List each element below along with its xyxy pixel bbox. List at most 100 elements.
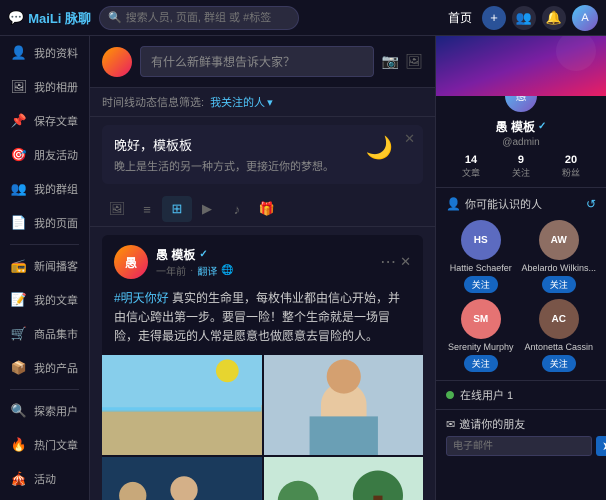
pages-icon: 📄 <box>10 214 28 232</box>
sidebar-label-friends-activity: 朋友活动 <box>34 147 78 163</box>
profile-icon: 👤 <box>10 44 28 62</box>
sidebar-label-news: 新闻播客 <box>34 258 78 274</box>
media-tab-music[interactable]: ♪ <box>222 196 252 222</box>
invite-email-input[interactable] <box>446 436 592 456</box>
notification-close-btn[interactable]: ✕ <box>404 131 415 147</box>
filter-link[interactable]: 我关注的人 ▾ <box>210 94 273 110</box>
sidebar-item-album[interactable]: 🖼 我的相册 <box>0 70 89 104</box>
post-card-avatar: 愚 <box>114 245 148 279</box>
follow-btn-1[interactable]: 关注 <box>542 276 576 293</box>
sidebar-item-friends-activity[interactable]: 🎯 朋友活动 <box>0 138 89 172</box>
filter-link-text: 我关注的人 <box>210 94 265 110</box>
post-header: 愚 愚 模板 ✓ 一年前 · 翻译 🌐 ⋯ ✕ <box>102 235 423 285</box>
search-bar[interactable]: 🔍 <box>99 6 299 30</box>
profile-verified-icon: ✓ <box>538 121 546 132</box>
saved-icon: 📌 <box>10 112 28 130</box>
sidebar-item-saved[interactable]: 📌 保存文章 <box>0 104 89 138</box>
person-name-2: Serenity Murphy <box>446 342 515 352</box>
logo-icon: 💬 <box>8 10 24 26</box>
person-avatar-2: SM <box>461 299 501 339</box>
search-input[interactable] <box>126 12 290 24</box>
invite-send-btn[interactable]: ➤ <box>596 436 606 456</box>
post-hashtag[interactable]: #明天你好 <box>114 291 169 305</box>
post-user-name: 愚 模板 ✓ <box>156 246 372 263</box>
sidebar-label-events: 活动 <box>34 471 56 487</box>
topbar-user-avatar[interactable]: A <box>572 5 598 31</box>
media-tab-photo[interactable]: 🖼 <box>102 196 132 222</box>
people-section-icon: 👤 <box>446 197 461 211</box>
sidebar-item-events[interactable]: 🎪 活动 <box>0 462 89 496</box>
center-feed: 有什么新鲜事想告诉大家？ 📷 🖼 时间线动态信息筛选: 我关注的人 ▾ ✕ 🌙 … <box>90 36 436 500</box>
app-logo: 💬 MaiLi 脉聊 <box>8 8 91 27</box>
media-tab-list[interactable]: ≡ <box>132 196 162 222</box>
sidebar-item-articles[interactable]: 📝 我的文章 <box>0 283 89 317</box>
sidebar-item-news[interactable]: 📻 新闻播客 <box>0 249 89 283</box>
market-icon: 🛒 <box>10 325 28 343</box>
post-input-icons: 📷 🖼 <box>382 53 423 70</box>
follow-btn-2[interactable]: 关注 <box>464 355 498 372</box>
sidebar-item-groups[interactable]: 👥 我的群组 <box>0 172 89 206</box>
people-grid: HS Hattie Schaefer 关注 AW Abelardo Wilkin… <box>436 216 606 380</box>
camera-icon[interactable]: 📷 <box>382 53 399 70</box>
post-user-info: 愚 模板 ✓ 一年前 · 翻译 🌐 <box>156 246 372 278</box>
person-card-1: AW Abelardo Wilkins... 关注 <box>521 220 596 293</box>
follow-btn-3[interactable]: 关注 <box>542 355 576 372</box>
media-tab-grid[interactable]: ⊞ <box>162 196 192 222</box>
verified-icon: ✓ <box>199 249 207 260</box>
stat-articles: 14 文章 <box>462 154 480 179</box>
notification-card: ✕ 🌙 晚好，模板板 晚上是生活的另一种方式，更接近你的梦想。 <box>102 125 423 184</box>
news-icon: 📻 <box>10 257 28 275</box>
post-close-icon[interactable]: ✕ <box>400 254 411 270</box>
people-refresh-btn[interactable]: ↺ <box>586 197 596 211</box>
sidebar: 👤 我的资料 🖼 我的相册 📌 保存文章 🎯 朋友活动 👥 我的群组 📄 我的页… <box>0 36 90 500</box>
search-icon: 🔍 <box>108 11 122 24</box>
sidebar-item-games[interactable]: 🎮 游戏 <box>0 496 89 500</box>
topbar: 💬 MaiLi 脉聊 🔍 首页 + 👥 🔔 A <box>0 0 606 36</box>
post-image-3[interactable] <box>102 457 262 500</box>
sidebar-item-trending[interactable]: 🔥 热门文章 <box>0 428 89 462</box>
sidebar-label-saved: 保存文章 <box>34 113 78 129</box>
stat-followers: 20 粉丝 <box>562 154 580 179</box>
person-name-3: Antonetta Cassin <box>521 342 596 352</box>
post-image-1[interactable] <box>102 355 262 455</box>
topbar-nav: 首页 + 👥 🔔 A <box>444 5 598 31</box>
online-label: 在线用户 1 <box>460 387 513 403</box>
sidebar-label-trending: 热门文章 <box>34 437 78 453</box>
online-dot <box>446 391 454 399</box>
person-avatar-1: AW <box>539 220 579 260</box>
post-card: 愚 愚 模板 ✓ 一年前 · 翻译 🌐 ⋯ ✕ <box>102 235 423 500</box>
sidebar-item-explore[interactable]: 🔍 探索用户 <box>0 394 89 428</box>
nav-notifications-btn[interactable]: 🔔 <box>542 6 566 30</box>
person-avatar-0: HS <box>461 220 501 260</box>
people-section-title: 👤 你可能认识的人 ↺ <box>436 188 606 216</box>
sidebar-item-pages[interactable]: 📄 我的页面 <box>0 206 89 240</box>
profile-banner <box>436 36 606 96</box>
nav-home[interactable]: 首页 <box>444 9 476 26</box>
groups-icon: 👥 <box>10 180 28 198</box>
sidebar-item-products[interactable]: 📦 我的产品 <box>0 351 89 385</box>
sidebar-item-market[interactable]: 🛒 商品集市 <box>0 317 89 351</box>
post-more-icon[interactable]: ⋯ <box>380 252 396 272</box>
nav-add-btn[interactable]: + <box>482 6 506 30</box>
media-tab-video[interactable]: ▶ <box>192 196 222 222</box>
sidebar-label-profile: 我的资料 <box>34 45 78 61</box>
person-name-0: Hattie Schaefer <box>446 263 515 273</box>
post-input-placeholder[interactable]: 有什么新鲜事想告诉大家？ <box>140 46 374 77</box>
invite-form: ➤ <box>446 436 596 456</box>
post-action-menu: ⋯ ✕ <box>380 252 411 272</box>
events-icon: 🎪 <box>10 470 28 488</box>
person-name-1: Abelardo Wilkins... <box>521 263 596 273</box>
follow-btn-0[interactable]: 关注 <box>464 276 498 293</box>
sidebar-item-profile[interactable]: 👤 我的资料 <box>0 36 89 70</box>
post-image-2[interactable] <box>264 355 424 455</box>
sidebar-label-groups: 我的群组 <box>34 181 78 197</box>
media-tab-gift[interactable]: 🎁 <box>252 196 282 222</box>
post-image-4[interactable] <box>264 457 424 500</box>
person-card-0: HS Hattie Schaefer 关注 <box>446 220 515 293</box>
image-upload-icon[interactable]: 🖼 <box>405 53 423 70</box>
online-section: 在线用户 1 <box>436 380 606 409</box>
media-tabs: 🖼 ≡ ⊞ ▶ ♪ 🎁 <box>90 192 435 227</box>
post-user-avatar <box>102 47 132 77</box>
sidebar-label-explore: 探索用户 <box>34 403 78 419</box>
nav-friends-btn[interactable]: 👥 <box>512 6 536 30</box>
